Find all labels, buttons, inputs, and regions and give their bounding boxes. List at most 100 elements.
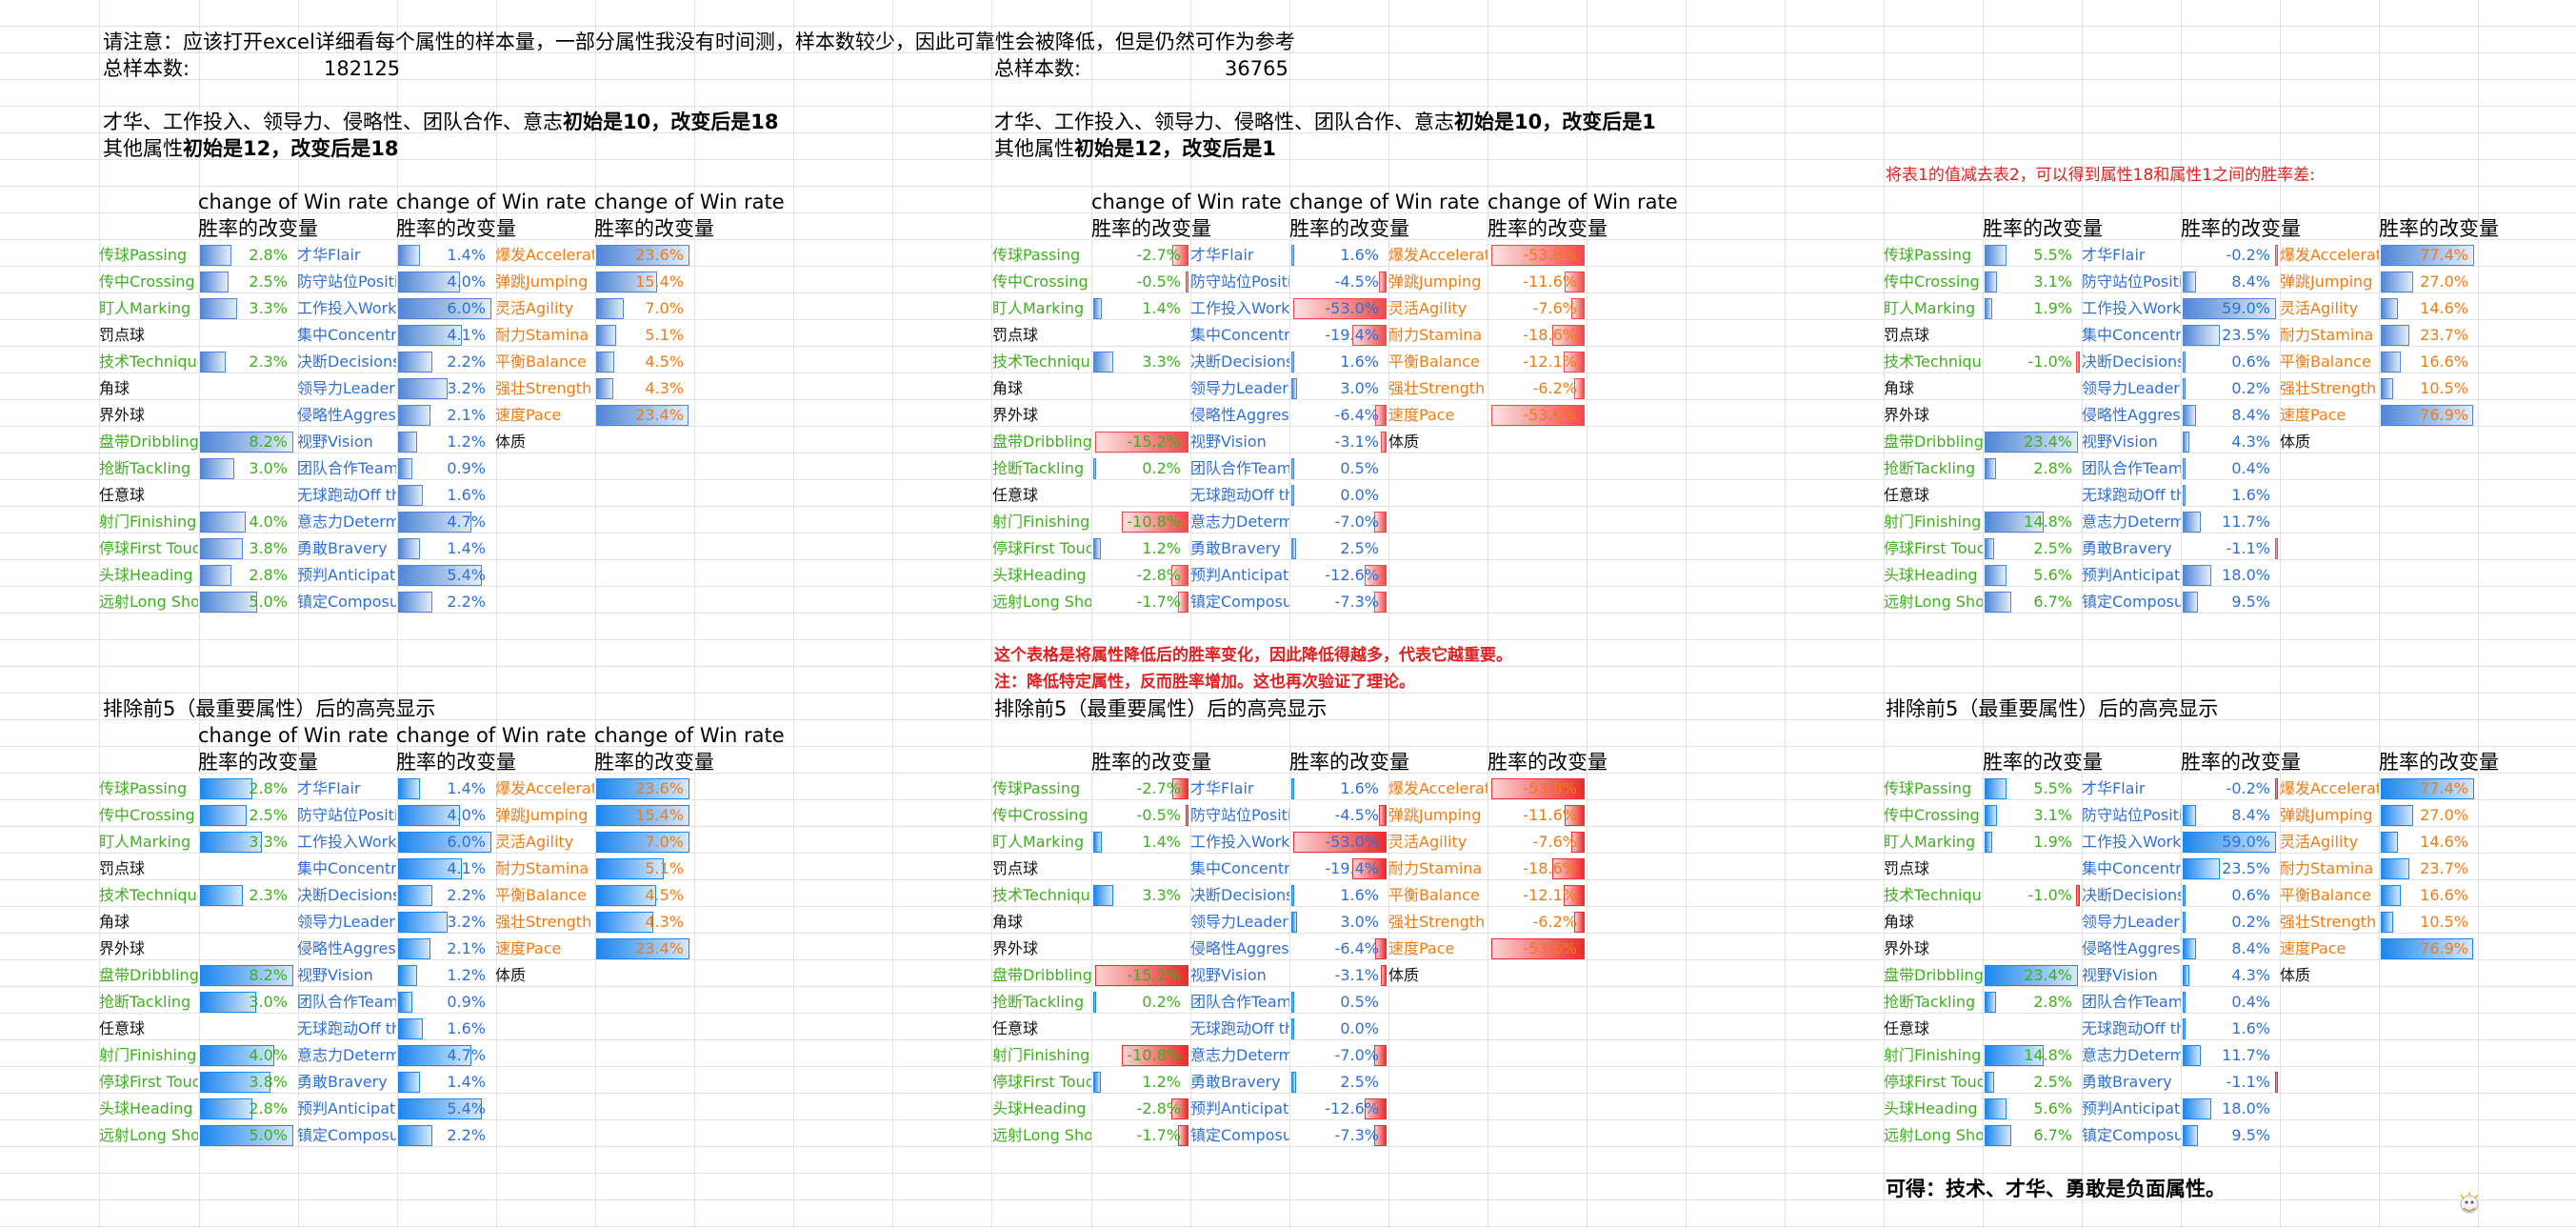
- t2-hl-tech-name: 抢断Tackling: [992, 993, 1085, 1011]
- t2-top-tech-value: -1.7%: [1091, 589, 1190, 615]
- t2-hl-tech-name: 远射Long Shots: [992, 1126, 1091, 1144]
- t2-hl-tech-name: 停球First Touch: [992, 1073, 1091, 1091]
- t3-top-mental-name: 团队合作Teamwork: [2082, 459, 2181, 477]
- t3-top-tech-name: 任意球: [1884, 486, 1930, 504]
- t3-hl-tech-name: 传球Passing: [1884, 779, 1972, 797]
- t2-top-mental-name: 预判Anticipation: [1190, 566, 1289, 584]
- t1-top-tech-value: [198, 322, 297, 349]
- t2-hl-header-cn-phys: 胜率的改变量: [1488, 751, 1608, 774]
- t3-hl-tech-name: 任意球: [1884, 1019, 1930, 1037]
- t1-hl-tech-value: 5.0%: [198, 1122, 297, 1149]
- t2-top-mental-databar: [1291, 485, 1294, 506]
- t1-hl-tech-name: 远射Long Shots: [99, 1126, 198, 1144]
- t2-hl-tech-value: -1.7%: [1091, 1122, 1190, 1149]
- t2-hl-mental-name: 镇定Composure: [1190, 1126, 1289, 1144]
- t1-top-tech-databar: [200, 512, 246, 533]
- t1-top-tech-name: 技术Technique: [99, 352, 198, 371]
- t2-top-mental-databar: [1291, 538, 1296, 559]
- t1-top-mental-name: 视野Vision: [297, 433, 373, 451]
- t1-top-tech-name: 射门Finishing: [99, 513, 197, 531]
- t3-top-tech-databar: [1985, 538, 1994, 559]
- t3-top-phys-value: 16.6%: [2379, 349, 2478, 375]
- t1-top-mental-databar: [398, 592, 432, 613]
- t3-hl-phys-databar: [2381, 912, 2393, 933]
- t2-top-tech-name: 技术Technique: [992, 352, 1091, 371]
- t1-top-tech-name: 停球First Touch: [99, 539, 198, 557]
- t2-hl-tech-databar: [1186, 805, 1188, 826]
- t3-hl-mental-value: 0.2%: [2181, 909, 2280, 936]
- t2-hl-mental-databar: [1291, 1018, 1294, 1039]
- t1-top-tech-databar: [200, 565, 231, 586]
- t3-top-phys-name: 速度Pace: [2280, 406, 2346, 424]
- t1-hl-tech-value: 2.5%: [198, 802, 297, 829]
- t3-hl-tech-value: 3.1%: [1983, 802, 2082, 829]
- t3-hl-mental-value: -1.1%: [2181, 1069, 2280, 1096]
- t3-top-mental-name: 预判Anticipation: [2082, 566, 2181, 584]
- t3-hl-mental-name: 勇敢Bravery: [2082, 1073, 2172, 1091]
- t3-top-phys-name: 灵活Agility: [2280, 299, 2359, 317]
- t2-hl-tech-value: 1.4%: [1091, 829, 1190, 856]
- highlight-title-right: 排除前5（最重要属性）后的高亮显示: [1886, 697, 2219, 720]
- t3-top-mental-value: 1.6%: [2181, 482, 2280, 509]
- t1-hl-mental-name: 集中Concentration: [297, 859, 396, 877]
- mid-rule-line2: 其他属性初始是12，改变后是1: [994, 137, 1276, 160]
- t2-top-mental-name: 领导力Leadership: [1190, 379, 1289, 397]
- t1-top-mental-name: 工作投入Work Rate: [297, 299, 396, 317]
- t3-hl-mental-databar: [2275, 1072, 2278, 1093]
- t3-hl-tech-name: 抢断Tackling: [1884, 993, 1976, 1011]
- t1-top-header-en-phys: change of Win rate: [594, 191, 785, 213]
- t3-top-mental-value: 59.0%: [2181, 295, 2280, 322]
- t1-hl-phys-value: 4.3%: [594, 909, 693, 936]
- t1-hl-phys-name: 体质: [495, 966, 527, 984]
- t2-hl-mental-name: 决断Decisions: [1190, 886, 1289, 904]
- t1-top-tech-name: 抢断Tackling: [99, 459, 191, 477]
- t1-top-mental-value: 1.2%: [396, 429, 495, 455]
- t1-hl-mental-name: 视野Vision: [297, 966, 373, 984]
- t1-top-header-cn-tech: 胜率的改变量: [198, 217, 318, 240]
- t2-top-tech-value: -10.8%: [1091, 509, 1190, 535]
- t2-top-mental-value: -6.4%: [1289, 402, 1388, 429]
- t1-hl-header-cn-phys: 胜率的改变量: [594, 751, 714, 774]
- t2-top-tech-name: 停球First Touch: [992, 539, 1091, 557]
- t1-hl-header-cn-mental: 胜率的改变量: [396, 751, 516, 774]
- t1-hl-mental-value: 4.0%: [396, 802, 495, 829]
- t3-top-mental-databar: [2183, 458, 2186, 479]
- t2-hl-mental-name: 团队合作Teamwork: [1190, 993, 1289, 1011]
- t2-top-phys-value: -7.6%: [1488, 295, 1587, 322]
- t2-top-tech-name: 抢断Tackling: [992, 459, 1085, 477]
- t2-top-tech-databar: [1093, 458, 1096, 479]
- t3-hl-mental-value: 8.4%: [2181, 802, 2280, 829]
- t3-top-mental-databar: [2183, 512, 2201, 533]
- t1-hl-tech-value: 4.0%: [198, 1042, 297, 1069]
- t3-hl-tech-value: 2.8%: [1983, 989, 2082, 1016]
- t1-hl-phys-value: 23.4%: [594, 936, 693, 962]
- t2-top-mental-value: -53.0%: [1289, 295, 1388, 322]
- t3-top-mental-value: 8.4%: [2181, 402, 2280, 429]
- t2-top-mental-databar: [1291, 458, 1294, 479]
- t3-top-tech-name: 界外球: [1884, 406, 1930, 424]
- t3-hl-tech-value: 1.9%: [1983, 829, 2082, 856]
- t1-hl-tech-name: 盯人Marking: [99, 833, 191, 851]
- t1-hl-mental-value: 1.4%: [396, 1069, 495, 1096]
- t1-hl-mental-name: 镇定Composure: [297, 1126, 396, 1144]
- t3-hl-phys-name: 灵活Agility: [2280, 833, 2359, 851]
- t1-top-mental-value: 4.1%: [396, 322, 495, 349]
- t1-hl-mental-value: 5.4%: [396, 1096, 495, 1122]
- t3-top-mental-name: 防守站位Positioning: [2082, 272, 2181, 291]
- t1-top-tech-value: 3.3%: [198, 295, 297, 322]
- t1-top-mental-value: 6.0%: [396, 295, 495, 322]
- t2-top-mental-databar: [1379, 272, 1387, 292]
- t3-top-tech-databar: [1985, 245, 2007, 266]
- t3-top-header-cn-mental: 胜率的改变量: [2181, 217, 2301, 240]
- t3-top-tech-name: 抢断Tackling: [1884, 459, 1976, 477]
- t1-top-mental-name: 防守站位Positioning: [297, 272, 396, 291]
- t3-hl-mental-value: 18.0%: [2181, 1096, 2280, 1122]
- t1-hl-tech-value: 3.3%: [198, 829, 297, 856]
- t1-hl-tech-name: 传中Crossing: [99, 806, 195, 824]
- t2-hl-phys-value: -12.1%: [1488, 882, 1587, 909]
- t3-top-tech-value: 23.4%: [1983, 429, 2082, 455]
- t3-hl-mental-databar: [2275, 778, 2278, 799]
- t1-top-tech-databar: [200, 458, 234, 479]
- t1-top-tech-value: 4.0%: [198, 509, 297, 535]
- t2-hl-phys-value: -18.6%: [1488, 856, 1587, 882]
